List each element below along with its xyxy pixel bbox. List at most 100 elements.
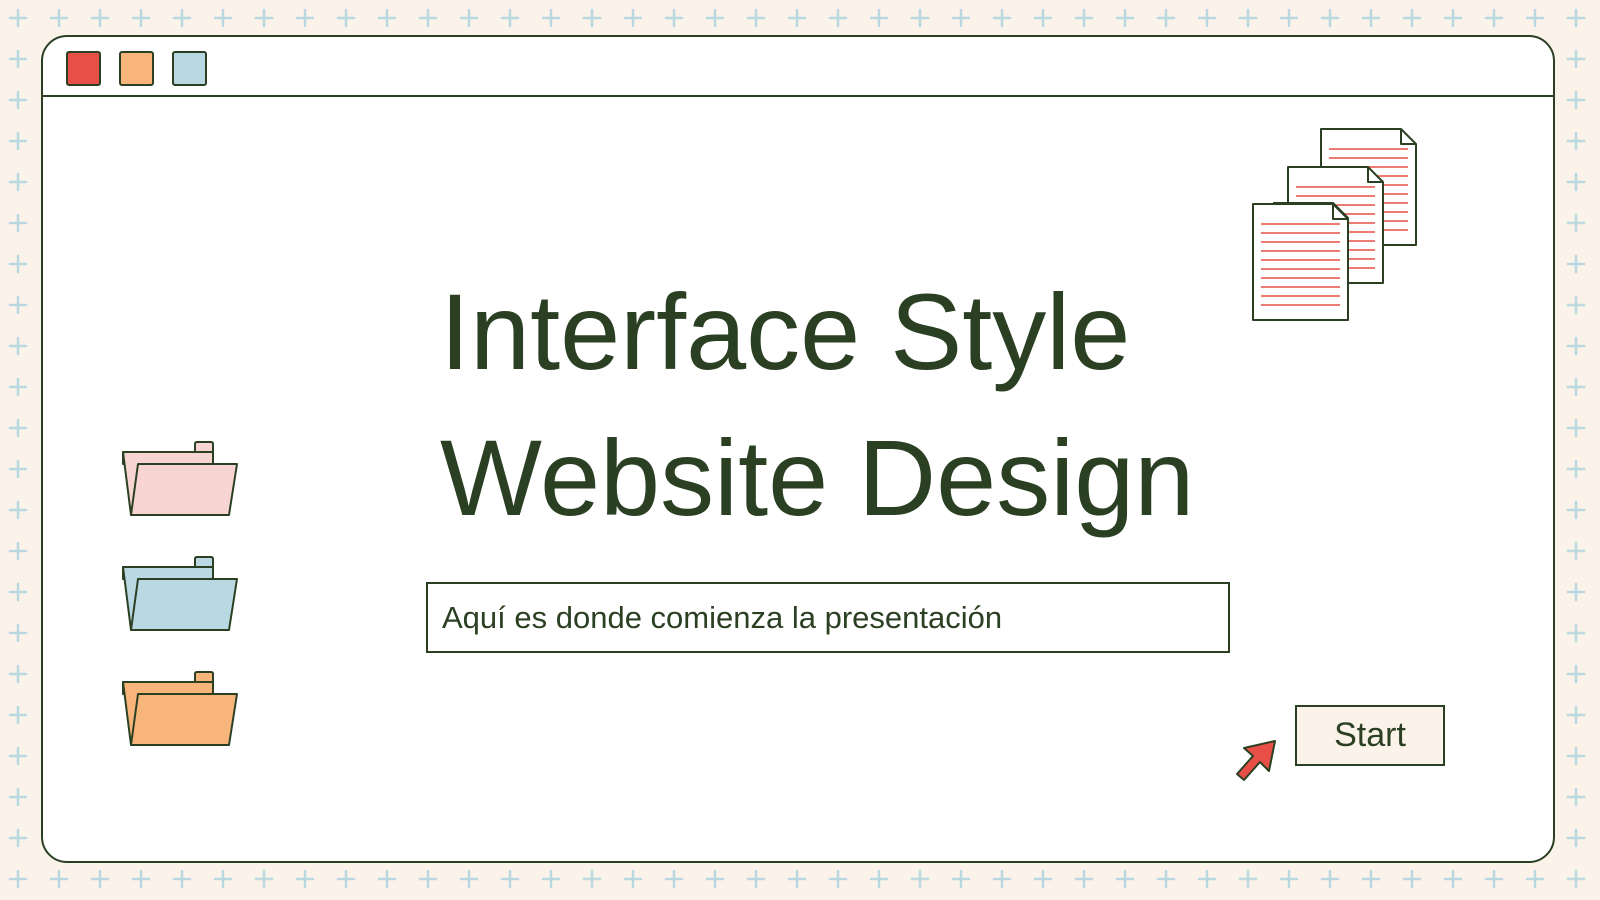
plus-mark [500, 869, 520, 889]
plus-mark [992, 8, 1012, 28]
arrow-cursor-icon [1236, 740, 1276, 781]
plus-mark [1361, 8, 1381, 28]
plus-mark [1566, 869, 1586, 889]
plus-mark [8, 418, 28, 438]
folder-icon-pink[interactable] [118, 437, 240, 519]
plus-mark [295, 869, 315, 889]
plus-mark [172, 8, 192, 28]
start-button[interactable]: Start [1295, 705, 1445, 766]
plus-mark [1279, 869, 1299, 889]
window-control-red[interactable] [66, 51, 101, 86]
plus-mark [1361, 869, 1381, 889]
plus-mark [1238, 8, 1258, 28]
plus-mark [1115, 8, 1135, 28]
plus-mark [1074, 8, 1094, 28]
subtitle-box: Aquí es donde comienza la presentación [426, 582, 1230, 653]
plus-mark [1566, 705, 1586, 725]
plus-mark [1033, 8, 1053, 28]
plus-mark [541, 8, 561, 28]
plus-mark [8, 254, 28, 274]
plus-mark [1115, 869, 1135, 889]
plus-mark [1156, 869, 1176, 889]
folder-icon-blue[interactable] [118, 552, 240, 634]
plus-mark [951, 869, 971, 889]
plus-mark [8, 828, 28, 848]
plus-mark [8, 705, 28, 725]
plus-mark [746, 869, 766, 889]
plus-mark [910, 8, 930, 28]
plus-mark [8, 295, 28, 315]
plus-mark [8, 49, 28, 69]
plus-mark [1279, 8, 1299, 28]
plus-mark [1197, 8, 1217, 28]
plus-mark [1525, 8, 1545, 28]
plus-mark [131, 8, 151, 28]
slide-page: Interface Style Website Design Aquí es d… [0, 0, 1600, 900]
plus-mark [336, 869, 356, 889]
plus-mark [582, 869, 602, 889]
plus-mark [49, 8, 69, 28]
plus-mark [8, 336, 28, 356]
plus-mark [1566, 336, 1586, 356]
plus-mark [1033, 869, 1053, 889]
plus-mark [869, 8, 889, 28]
plus-mark [1320, 869, 1340, 889]
plus-mark [1566, 828, 1586, 848]
plus-mark [49, 869, 69, 889]
plus-mark [705, 869, 725, 889]
plus-mark [623, 8, 643, 28]
plus-mark [1525, 869, 1545, 889]
plus-mark [1566, 90, 1586, 110]
plus-mark [1402, 869, 1422, 889]
plus-mark [1566, 295, 1586, 315]
plus-mark [500, 8, 520, 28]
window-titlebar [43, 37, 1553, 97]
plus-mark [8, 787, 28, 807]
plus-mark [131, 869, 151, 889]
plus-mark [541, 869, 561, 889]
plus-mark [623, 869, 643, 889]
plus-mark [8, 459, 28, 479]
title-line-1: Interface Style [440, 271, 1131, 392]
plus-mark [172, 869, 192, 889]
plus-mark [787, 869, 807, 889]
plus-mark [1566, 500, 1586, 520]
subtitle-text: Aquí es donde comienza la presentación [442, 600, 1003, 635]
plus-mark [8, 213, 28, 233]
plus-mark [8, 664, 28, 684]
plus-mark [1484, 869, 1504, 889]
plus-mark [1566, 664, 1586, 684]
plus-mark [8, 500, 28, 520]
plus-mark [459, 8, 479, 28]
plus-mark [418, 8, 438, 28]
slide-title: Interface Style Website Design [440, 259, 1194, 551]
plus-mark [1566, 377, 1586, 397]
plus-mark [8, 377, 28, 397]
window-control-orange[interactable] [119, 51, 154, 86]
plus-mark [910, 869, 930, 889]
plus-mark [1566, 213, 1586, 233]
plus-mark [8, 8, 28, 28]
plus-mark [8, 131, 28, 151]
plus-mark [1566, 418, 1586, 438]
plus-mark [992, 869, 1012, 889]
plus-mark [1566, 582, 1586, 602]
folder-icon-orange[interactable] [118, 667, 240, 749]
plus-mark [1320, 8, 1340, 28]
plus-mark [295, 8, 315, 28]
plus-mark [1566, 131, 1586, 151]
plus-mark [869, 869, 889, 889]
plus-mark [418, 869, 438, 889]
window-control-blue[interactable] [172, 51, 207, 86]
plus-mark [1566, 623, 1586, 643]
document-front-icon[interactable] [1251, 202, 1351, 324]
plus-mark [1484, 8, 1504, 28]
title-line-2: Website Design [440, 417, 1195, 538]
plus-mark [8, 623, 28, 643]
plus-mark [8, 582, 28, 602]
plus-mark [213, 869, 233, 889]
plus-mark [1566, 49, 1586, 69]
plus-mark [1074, 869, 1094, 889]
plus-mark [828, 869, 848, 889]
plus-mark [1566, 8, 1586, 28]
